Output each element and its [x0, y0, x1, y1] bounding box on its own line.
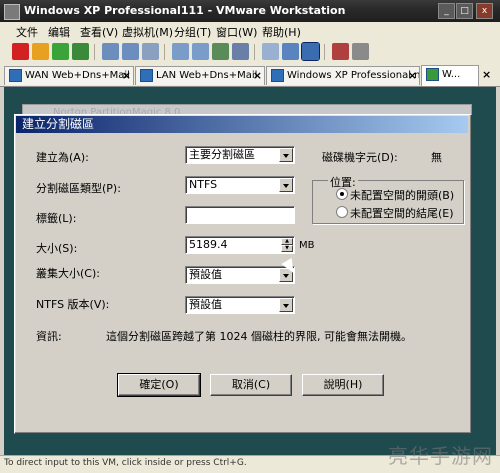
quick-switch-icon[interactable] — [262, 43, 279, 60]
replay-icon[interactable] — [352, 43, 369, 60]
snapshot-manager-icon[interactable] — [142, 43, 159, 60]
dialog-title-bar: 建立分割磁區 — [16, 116, 468, 133]
status-text: To direct input to this VM, click inside… — [4, 458, 247, 468]
tab-label: LAN Web+Dns+Mail — [156, 70, 258, 81]
tab-label: WAN Web+Dns+Mail — [25, 70, 130, 81]
chevron-down-icon[interactable] — [279, 298, 293, 312]
position-end-radio[interactable] — [336, 206, 348, 218]
close-tab-icon[interactable]: × — [408, 67, 417, 85]
menu-window[interactable]: 窗口(W) — [216, 24, 257, 40]
position-end-label[interactable]: 未配置空間的結尾(E) — [350, 205, 454, 221]
ntfs-version-select[interactable]: 預設值 — [185, 296, 295, 314]
snapshot-icon[interactable] — [102, 43, 119, 60]
tab-current-vm[interactable]: W... — [421, 65, 479, 86]
drive-letter-value[interactable]: 無 — [431, 149, 442, 165]
fs-type-select[interactable]: NTFS — [185, 176, 295, 194]
spin-up-icon[interactable]: ▲ — [281, 238, 293, 245]
size-unit: MB — [299, 240, 315, 251]
create-as-select[interactable]: 主要分割磁區 — [185, 146, 295, 164]
label-input[interactable] — [185, 206, 295, 224]
toolbar-separator — [94, 44, 95, 60]
menu-file[interactable]: 文件 — [16, 24, 38, 40]
ntfs-version-label: NTFS 版本(V): — [36, 298, 110, 311]
record-icon[interactable] — [332, 43, 349, 60]
vm-running-icon — [426, 67, 439, 81]
console-view-icon[interactable] — [192, 43, 209, 60]
size-label: 大小(S): — [36, 242, 78, 255]
menu-bar: 文件 编辑 查看(V) 虚拟机(M) 分组(T) 窗口(W) 帮助(H) — [0, 22, 500, 41]
window-title: Windows XP Professional111 - VMware Work… — [24, 4, 346, 17]
chevron-down-icon[interactable] — [279, 178, 293, 192]
summary-view-icon[interactable] — [172, 43, 189, 60]
tab-wan-vm[interactable]: WAN Web+Dns+Mail × — [4, 66, 134, 85]
vm-tab-strip: WAN Web+Dns+Mail × LAN Web+Dns+Mail × Wi… — [0, 64, 500, 87]
ok-button[interactable]: 確定(O) — [117, 373, 201, 397]
size-stepper[interactable]: 5189.4 ▲ ▼ — [185, 236, 295, 254]
chevron-down-icon[interactable] — [279, 148, 293, 162]
help-button[interactable]: 說明(H) — [302, 374, 384, 396]
vm-icon — [271, 68, 284, 82]
play-icon[interactable] — [52, 43, 69, 60]
maximize-button[interactable]: □ — [456, 3, 473, 19]
menu-team[interactable]: 分组(T) — [174, 24, 211, 40]
menu-edit[interactable]: 编辑 — [48, 24, 70, 40]
tab-lan-vm[interactable]: LAN Web+Dns+Mail × — [135, 66, 265, 85]
tab-label: W... — [442, 69, 461, 80]
spin-down-icon[interactable]: ▼ — [281, 245, 293, 252]
revert-snapshot-icon[interactable] — [122, 43, 139, 60]
fullscreen-icon[interactable] — [232, 43, 249, 60]
toolbar-separator — [164, 44, 165, 60]
console-toggle-icon[interactable] — [301, 42, 320, 61]
reset-icon[interactable] — [72, 43, 89, 60]
cancel-button[interactable]: 取消(C) — [210, 374, 292, 396]
watermark: 亮华手游网 — [388, 444, 493, 468]
toolbar-separator — [324, 44, 325, 60]
tab-winxp-new[interactable]: Windows XP Professional new × — [266, 66, 420, 85]
pause-icon[interactable] — [32, 43, 49, 60]
position-start-label[interactable]: 未配置空間的開頭(B) — [350, 187, 454, 203]
vm-icon — [140, 68, 153, 82]
close-button[interactable]: x — [476, 3, 493, 19]
menu-vm[interactable]: 虚拟机(M) — [122, 24, 173, 40]
minimize-button[interactable]: _ — [438, 3, 455, 19]
team-view-icon[interactable] — [212, 43, 229, 60]
stop-icon[interactable] — [12, 43, 29, 60]
vm-icon — [9, 68, 22, 82]
menu-help[interactable]: 帮助(H) — [262, 24, 301, 40]
title-bar: Windows XP Professional111 - VMware Work… — [0, 0, 500, 22]
close-tab-icon[interactable]: × — [482, 68, 491, 81]
vmware-app-icon — [4, 4, 20, 20]
sidebar-toggle-icon[interactable] — [282, 43, 299, 60]
position-start-radio[interactable] — [336, 188, 348, 200]
info-text: 這個分割磁區跨越了第 1024 個磁柱的界限, 可能會無法開機。 — [106, 330, 412, 343]
toolbar-separator — [254, 44, 255, 60]
fs-type-label: 分割磁區類型(P): — [36, 182, 121, 195]
menu-view[interactable]: 查看(V) — [80, 24, 118, 40]
close-tab-icon[interactable]: × — [122, 67, 131, 85]
cluster-size-label: 叢集大小(C): — [36, 267, 100, 280]
tab-label: Windows XP Professional new — [287, 70, 420, 81]
drive-letter-label: 磁碟機字元(D): — [322, 151, 398, 164]
cluster-size-select[interactable]: 預設值 — [185, 266, 295, 284]
toolbar — [0, 40, 500, 65]
info-label: 資訊: — [36, 330, 62, 343]
close-tab-icon[interactable]: × — [253, 67, 262, 85]
create-as-label: 建立為(A): — [36, 151, 89, 164]
label-label: 標籤(L): — [36, 212, 77, 225]
